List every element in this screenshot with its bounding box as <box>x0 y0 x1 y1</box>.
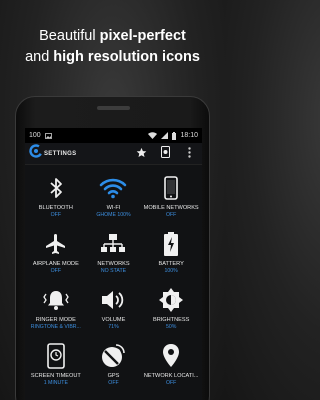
more-vert-icon <box>187 145 191 163</box>
tile-label: BRIGHTNESS <box>152 317 190 323</box>
tile-status: RINGTONE & VIBR... <box>30 324 81 330</box>
tile-bluetooth[interactable]: BLUETOOTH OFF <box>27 169 85 225</box>
phone-icon <box>156 174 186 202</box>
favorites-button[interactable] <box>132 145 150 163</box>
status-bar: 100 18:10 <box>25 128 202 143</box>
location-icon <box>156 342 186 370</box>
bluetooth-icon <box>41 174 71 202</box>
phone-settings-icon <box>160 145 170 163</box>
tile-gps[interactable]: GPS OFF <box>85 337 143 393</box>
network-icon <box>98 230 128 258</box>
settings-grid: BLUETOOTH OFF WI-FI GHOME 100% MOBILE NE… <box>25 165 202 393</box>
tile-status: 1 MINUTE <box>43 380 68 386</box>
battery-icon <box>156 230 186 258</box>
tile-wifi[interactable]: WI-FI GHOME 100% <box>85 169 143 225</box>
app-bar: SETTINGS <box>25 143 202 165</box>
tile-volume[interactable]: VOLUME 71% <box>85 281 143 337</box>
tile-status: OFF <box>165 380 177 386</box>
image-notification-icon <box>44 132 52 139</box>
tile-status: 50% <box>165 324 177 330</box>
overflow-menu-button[interactable] <box>180 145 198 163</box>
signal-status-icon <box>161 132 169 139</box>
tile-status: NO STATE <box>100 268 127 274</box>
tile-label: BLUETOOTH <box>38 205 73 211</box>
tile-label: MOBILE NETWORKS <box>143 205 199 211</box>
tile-status: 100% <box>164 268 178 274</box>
tile-label: GPS <box>107 373 120 379</box>
phone-speaker <box>97 106 130 110</box>
settings-logo-icon <box>29 144 43 163</box>
app-logo[interactable]: SETTINGS <box>29 144 76 163</box>
timeout-icon <box>41 342 71 370</box>
tile-label: SCREEN TIMEOUT <box>30 373 81 379</box>
tile-label: RINGER MODE <box>35 317 76 323</box>
tile-brightness[interactable]: BRIGHTNESS 50% <box>142 281 200 337</box>
tile-status: 71% <box>108 324 119 330</box>
battery-status-icon <box>172 131 177 140</box>
airplane-icon <box>41 230 71 258</box>
phone-frame: 100 18:10 SETTINGS BLUETOOTH OFF WI-FI G… <box>15 96 210 400</box>
tile-status: OFF <box>50 268 62 274</box>
ringer-icon <box>41 286 71 314</box>
tile-status: OFF <box>108 380 119 386</box>
volume-icon <box>98 286 128 314</box>
tile-label: BATTERY <box>158 261 184 267</box>
tile-label: VOLUME <box>101 317 126 323</box>
tile-network-location[interactable]: NETWORK LOCATI... OFF <box>142 337 200 393</box>
headline-line-1: Beautiful pixel-perfect <box>39 28 186 44</box>
tile-label: NETWORKS <box>97 261 130 267</box>
device-settings-button[interactable] <box>156 145 174 163</box>
wifi-status-icon <box>148 132 158 139</box>
tile-networks[interactable]: NETWORKS NO STATE <box>85 225 143 281</box>
wifi-icon <box>98 174 128 202</box>
status-time: 18:10 <box>180 132 198 139</box>
tile-status: OFF <box>50 212 62 218</box>
tile-mobile-networks[interactable]: MOBILE NETWORKS OFF <box>142 169 200 225</box>
tile-label: WI-FI <box>106 205 121 211</box>
tile-label: AIRPLANE MODE <box>32 261 79 267</box>
headline-line-2: and high resolution icons <box>25 49 200 65</box>
tile-status: OFF <box>165 212 177 218</box>
tile-ringer-mode[interactable]: RINGER MODE RINGTONE & VIBR... <box>27 281 85 337</box>
brightness-icon <box>156 286 186 314</box>
gps-icon <box>98 342 128 370</box>
tile-label: NETWORK LOCATI... <box>143 373 199 379</box>
tile-status: GHOME 100% <box>96 212 131 218</box>
headline: Beautiful pixel-perfect and high resolut… <box>0 26 225 68</box>
tile-screen-timeout[interactable]: SCREEN TIMEOUT 1 MINUTE <box>27 337 85 393</box>
star-icon <box>136 145 147 163</box>
phone-screen: 100 18:10 SETTINGS BLUETOOTH OFF WI-FI G… <box>25 128 202 400</box>
tile-airplane-mode[interactable]: AIRPLANE MODE OFF <box>27 225 85 281</box>
tile-battery[interactable]: BATTERY 100% <box>142 225 200 281</box>
app-title: SETTINGS <box>44 150 77 157</box>
status-notification-count: 100 <box>29 132 41 139</box>
